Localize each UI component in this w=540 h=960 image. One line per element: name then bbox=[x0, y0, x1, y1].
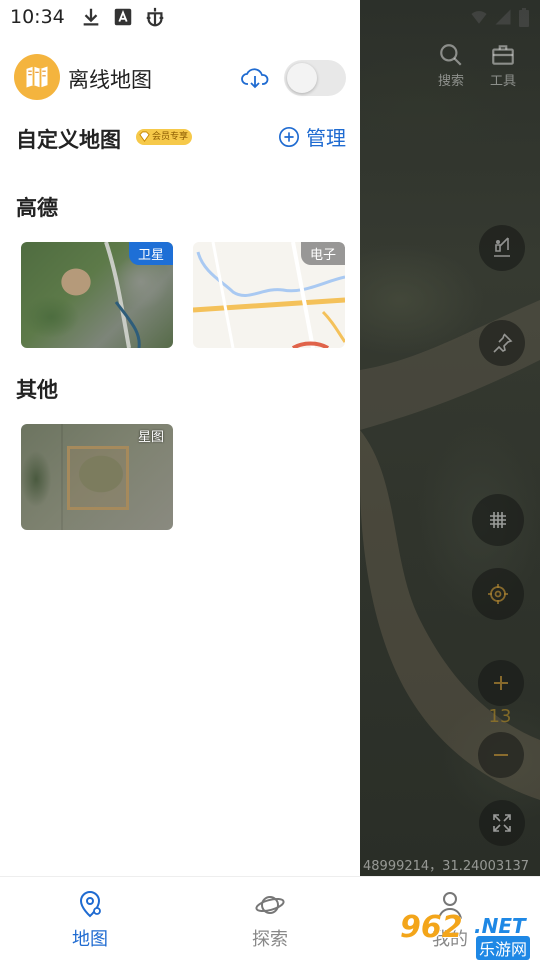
watermark-number: 962 bbox=[400, 910, 463, 945]
manage-label: 管理 bbox=[306, 126, 346, 150]
wifi-icon bbox=[471, 11, 487, 24]
drawer-title: 离线地图 bbox=[68, 68, 152, 92]
palace-shape bbox=[67, 446, 129, 510]
grid-button[interactable] bbox=[472, 494, 524, 546]
locate-button[interactable] bbox=[472, 568, 524, 620]
tile-badge-star: 星图 bbox=[137, 430, 164, 445]
nav-label-map: 地图 bbox=[72, 929, 108, 950]
font-a-icon bbox=[114, 8, 132, 26]
plus-circle-icon bbox=[279, 126, 299, 147]
nav-label-explore: 探索 bbox=[252, 929, 288, 950]
fishing-button[interactable] bbox=[479, 225, 525, 271]
section-title-other: 其他 bbox=[16, 378, 58, 402]
zoom-out-button[interactable] bbox=[478, 732, 524, 778]
nav-item-explore[interactable]: 探索 bbox=[230, 889, 310, 951]
search-icon bbox=[440, 44, 462, 66]
status-bar: 10:34 bbox=[0, 0, 540, 36]
toolbox-icon bbox=[492, 45, 514, 65]
toggle-knob bbox=[287, 63, 317, 93]
manage-button[interactable]: 管理 bbox=[278, 122, 346, 151]
fullscreen-icon bbox=[493, 814, 511, 832]
custom-map-title: 自定义地图 bbox=[16, 128, 121, 152]
grid-icon bbox=[490, 512, 506, 528]
section-title-gaode: 高德 bbox=[16, 196, 58, 220]
status-time: 10:34 bbox=[10, 6, 65, 28]
watermark-cn: 乐游网 bbox=[476, 936, 531, 960]
vip-badge: 会员专享 bbox=[136, 129, 193, 145]
map-search-label: 搜索 bbox=[438, 74, 465, 89]
locate-icon bbox=[488, 584, 508, 604]
map-tile-satellite[interactable]: 卫星 bbox=[21, 242, 173, 348]
map-coordinates: 48999214，31.24003137 bbox=[363, 859, 530, 874]
tile-badge-satellite: 卫星 bbox=[128, 242, 173, 265]
pin-button[interactable] bbox=[479, 320, 525, 366]
tile-badge-electronic: 电子 bbox=[300, 242, 345, 265]
site-watermark: 962 .NET 乐游网 bbox=[400, 910, 534, 960]
offline-map-drawer: 离线地图 自定义地图 会员专享 管理 高德 卫星 电子 其他 星图 bbox=[0, 36, 360, 876]
diamond-icon bbox=[139, 131, 150, 142]
pin-icon bbox=[493, 333, 513, 353]
drawer-header: 离线地图 bbox=[14, 54, 346, 102]
status-right-icons bbox=[470, 8, 530, 28]
zoom-level: 13 bbox=[488, 706, 512, 727]
fishing-icon bbox=[494, 237, 510, 257]
watermark-net: .NET bbox=[474, 914, 526, 938]
map-tile-star[interactable]: 星图 bbox=[21, 424, 173, 530]
battery-icon bbox=[519, 8, 529, 27]
map-tools-button[interactable]: 工具 bbox=[490, 42, 516, 89]
zoom-in-icon bbox=[494, 676, 508, 690]
planet-icon bbox=[255, 896, 285, 914]
map-tile-electronic[interactable]: 电子 bbox=[193, 242, 345, 348]
nav-item-map[interactable]: 地图 bbox=[50, 889, 130, 951]
vip-badge-label: 会员专享 bbox=[152, 132, 189, 142]
custom-map-row: 自定义地图 会员专享 管理 bbox=[16, 122, 346, 156]
download-icon bbox=[83, 8, 99, 26]
offline-toggle[interactable] bbox=[284, 60, 346, 96]
fullscreen-button[interactable] bbox=[479, 800, 525, 846]
zoom-out-icon bbox=[494, 754, 508, 756]
map-pin-icon bbox=[79, 890, 101, 918]
bug-icon bbox=[146, 7, 164, 27]
map-search-button[interactable]: 搜索 bbox=[438, 42, 464, 89]
map-tools-label: 工具 bbox=[490, 74, 517, 89]
folded-map-icon bbox=[26, 66, 48, 88]
zoom-in-button[interactable] bbox=[478, 660, 524, 706]
cloud-download-icon[interactable] bbox=[240, 64, 270, 90]
signal-icon bbox=[495, 9, 511, 25]
app-logo bbox=[14, 54, 60, 100]
